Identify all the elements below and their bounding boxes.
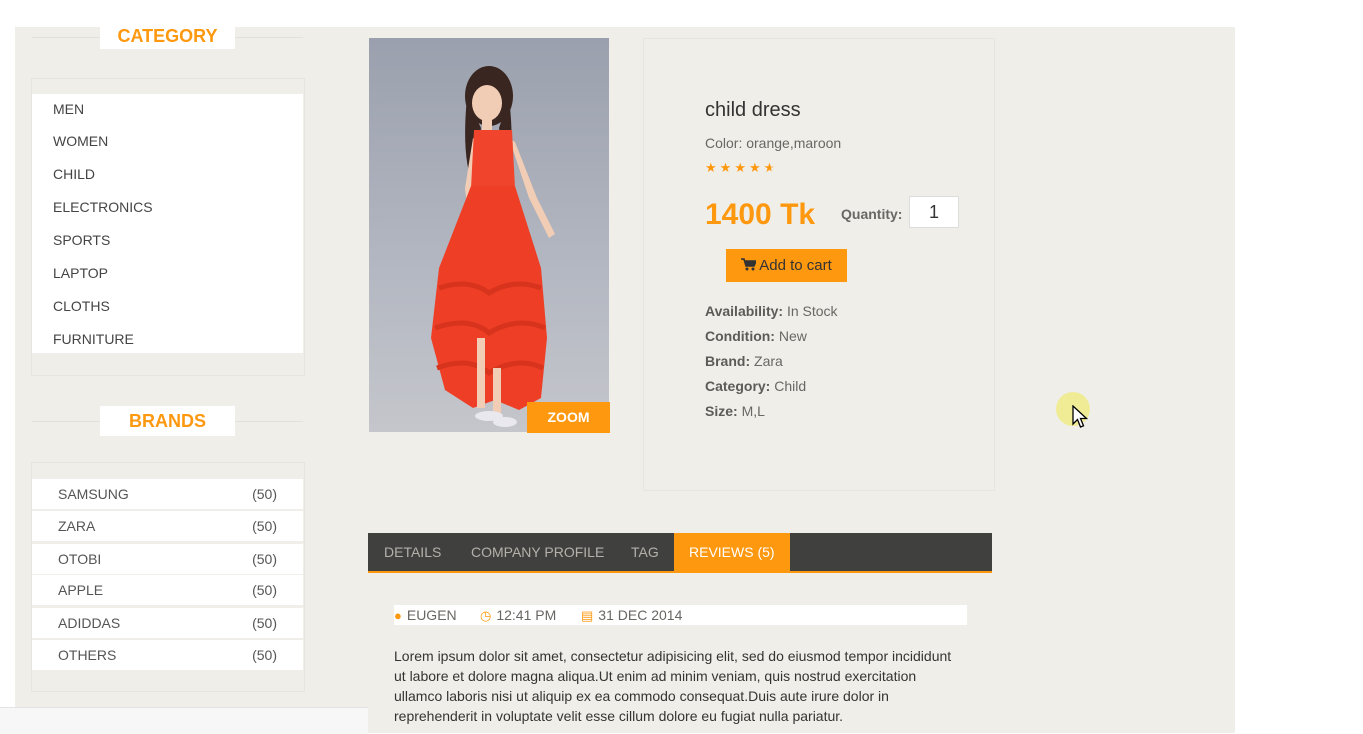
star-icon: ★ — [734, 160, 749, 175]
detail-brand: Brand: Zara — [705, 353, 783, 369]
brand-count: (50) — [252, 551, 277, 567]
brand-name: ADIDDAS — [58, 615, 121, 631]
category-item-sports[interactable]: SPORTS — [53, 232, 110, 248]
category-item-furniture[interactable]: FURNITURE — [53, 331, 134, 347]
bottom-bar — [0, 707, 368, 734]
review-author-name: EUGEN — [406, 607, 457, 623]
clock-icon: ◷ — [480, 608, 492, 623]
add-to-cart-button[interactable]: Add to cart — [726, 249, 847, 282]
category-list: MEN WOMEN CHILD ELECTRONICS SPORTS LAPTO… — [32, 94, 303, 353]
category-item-cloths[interactable]: CLOTHS — [53, 298, 110, 314]
brand-count: (50) — [252, 582, 277, 598]
tab-tag[interactable]: TAG — [631, 533, 659, 571]
brands-title: BRANDS — [100, 406, 235, 436]
detail-value: In Stock — [783, 303, 838, 319]
category-item-men[interactable]: MEN — [53, 101, 84, 117]
brand-name: APPLE — [58, 582, 104, 598]
brand-row-zara[interactable]: ZARA (50) — [32, 511, 303, 541]
review-date: ▤ 31 DEC 2014 — [581, 605, 682, 626]
zoom-button[interactable]: ZOOM — [527, 402, 610, 433]
brand-row-adiddas[interactable]: ADIDDAS (50) — [32, 608, 303, 638]
detail-value: New — [774, 328, 807, 344]
detail-category: Category: Child — [705, 378, 806, 394]
category-item-electronics[interactable]: ELECTRONICS — [53, 199, 153, 215]
detail-label: Size: — [705, 403, 738, 419]
review-time-value: 12:41 PM — [496, 607, 557, 623]
category-item-women[interactable]: WOMEN — [53, 133, 108, 149]
detail-label: Condition: — [705, 328, 775, 344]
brand-name: OTHERS — [58, 647, 117, 663]
review-meta: ● EUGEN ◷ 12:41 PM ▤ 31 DEC 2014 — [394, 605, 967, 625]
shopping-cart-icon — [741, 258, 758, 271]
product-price: 1400 Tk — [705, 198, 816, 231]
rating-stars: ★★★★★ — [705, 160, 778, 176]
brand-row-samsung[interactable]: SAMSUNG (50) — [32, 479, 303, 509]
brand-row-others[interactable]: OTHERS (50) — [32, 640, 303, 670]
brand-count: (50) — [252, 486, 277, 502]
review-date-value: 31 DEC 2014 — [598, 607, 683, 623]
detail-label: Brand: — [705, 353, 751, 369]
brand-count: (50) — [252, 518, 277, 534]
category-item-child[interactable]: CHILD — [53, 166, 95, 182]
category-title: CATEGORY — [100, 23, 235, 49]
add-to-cart-label: Add to cart — [759, 257, 832, 274]
detail-label: Availability: — [705, 303, 784, 319]
product-name: child dress — [705, 99, 801, 121]
detail-value: M,L — [737, 403, 765, 419]
brand-count: (50) — [252, 615, 277, 631]
brand-name: ZARA — [58, 518, 96, 534]
detail-size: Size: M,L — [705, 403, 765, 419]
quantity-input[interactable] — [909, 196, 959, 228]
detail-value: Child — [770, 378, 807, 394]
brand-name: SAMSUNG — [58, 486, 129, 502]
product-image[interactable] — [369, 38, 609, 432]
child-dress-illustration — [431, 66, 555, 427]
review-author: ● EUGEN — [394, 605, 457, 626]
detail-availability: Availability: In Stock — [705, 303, 838, 319]
brand-name: OTOBI — [58, 551, 102, 567]
quantity-label: Quantity: — [841, 206, 903, 222]
tab-company-profile[interactable]: COMPANY PROFILE — [471, 533, 604, 571]
brand-row-apple[interactable]: APPLE (50) — [32, 575, 303, 605]
product-tabs: DETAILS COMPANY PROFILE TAG REVIEWS (5) — [368, 533, 992, 573]
tab-details[interactable]: DETAILS — [384, 533, 441, 571]
brand-row-otobi[interactable]: OTOBI (50) — [32, 544, 303, 574]
detail-value: Zara — [750, 353, 783, 369]
review-time: ◷ 12:41 PM — [480, 605, 556, 626]
calendar-icon: ▤ — [581, 608, 594, 623]
detail-label: Category: — [705, 378, 771, 394]
half-star-icon: ★ — [763, 160, 779, 175]
review-text: Lorem ipsum dolor sit amet, consectetur … — [394, 648, 952, 724]
star-icon: ★ — [705, 160, 720, 175]
product-color: Color: orange,maroon — [705, 135, 842, 151]
star-icon: ★ — [719, 160, 735, 175]
tab-reviews[interactable]: REVIEWS (5) — [674, 533, 790, 571]
brand-count: (50) — [252, 647, 277, 663]
star-icon: ★ — [748, 160, 764, 175]
category-item-laptop[interactable]: LAPTOP — [53, 265, 108, 281]
mouse-pointer-icon — [1072, 405, 1088, 428]
detail-condition: Condition: New — [705, 328, 807, 344]
user-icon: ● — [394, 608, 402, 623]
